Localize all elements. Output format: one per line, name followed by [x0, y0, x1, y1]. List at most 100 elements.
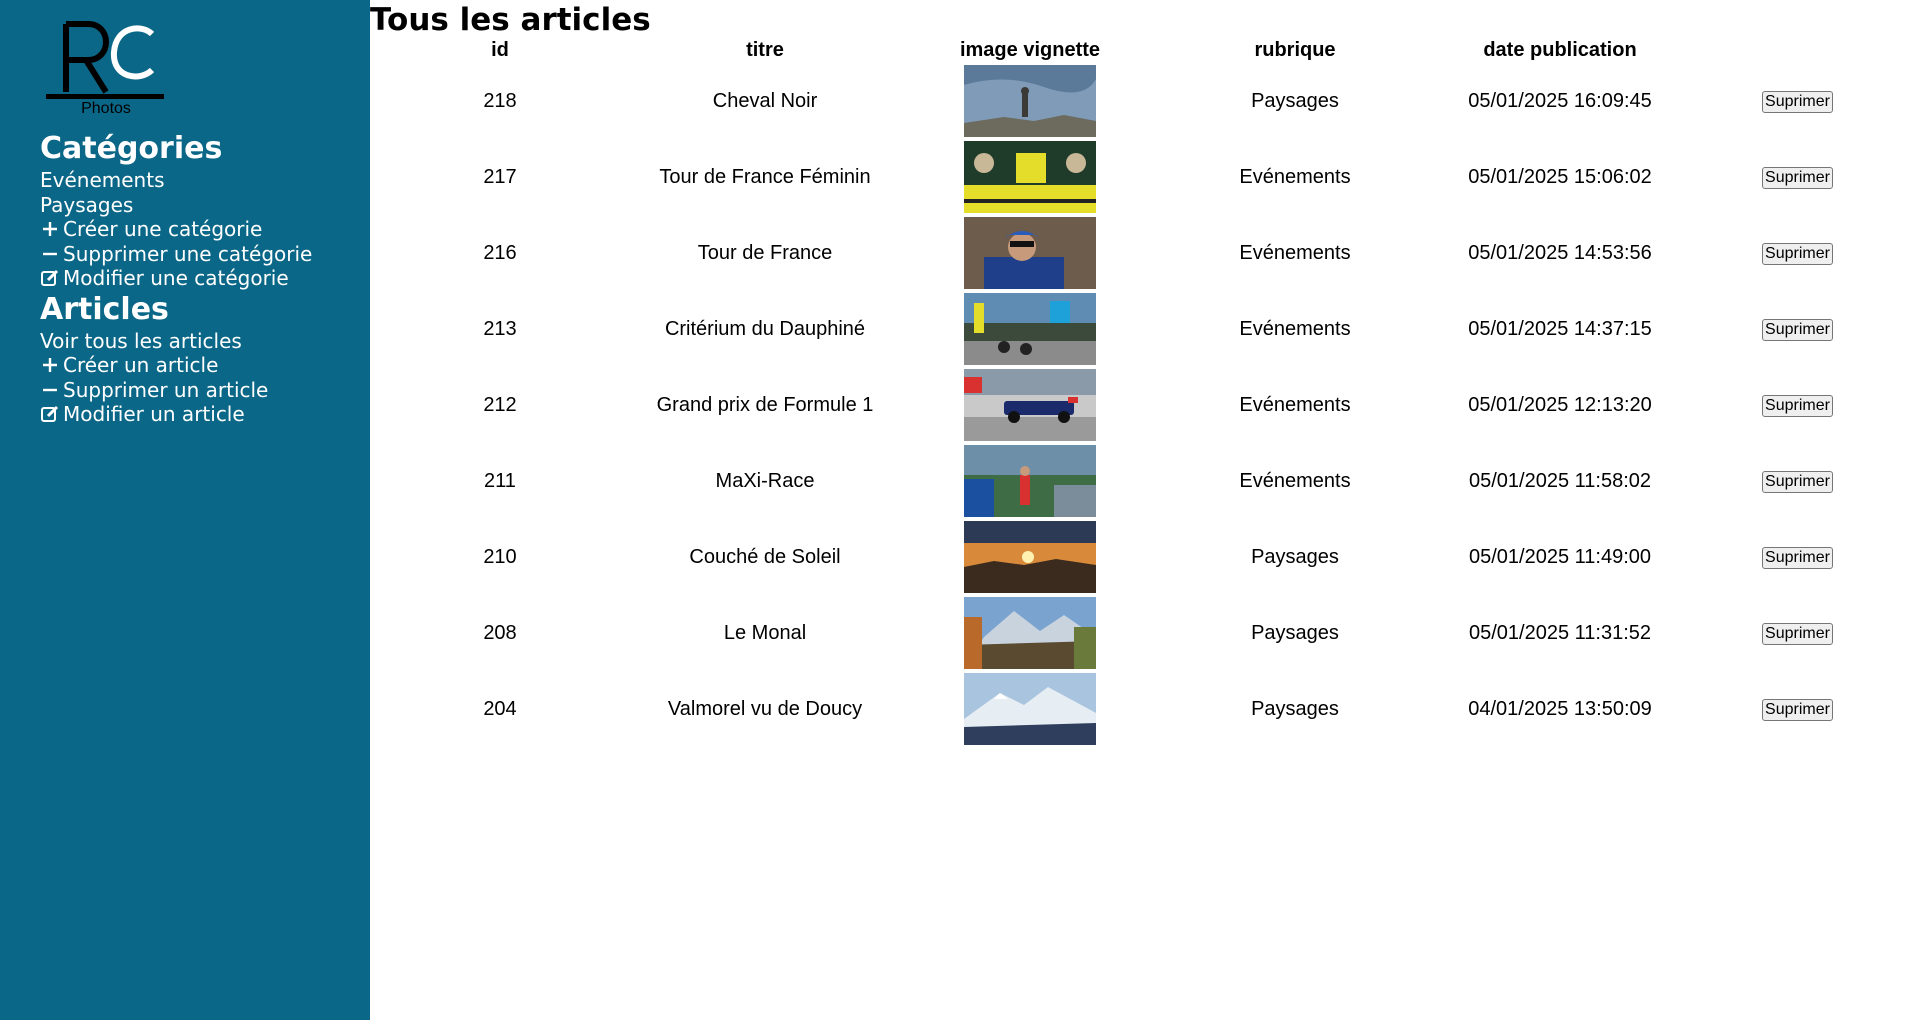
cell-rubrique: Paysages: [1251, 545, 1339, 568]
articles-table: id titre image vignette rubrique date pu…: [370, 37, 1905, 747]
cell-date: 05/01/2025 14:53:56: [1468, 241, 1652, 264]
delete-category-link[interactable]: Supprimer une catégorie: [40, 242, 312, 267]
cell-actions: Suprimer: [1690, 139, 1905, 215]
thumbnail-sunset: [964, 521, 1096, 593]
table-row: 217 Tour de France Féminin Evénements 05/01…: [370, 139, 1905, 215]
nav-label: Supprimer une catégorie: [63, 241, 313, 266]
main-content: Tous les articles id titre image vignett…: [370, 0, 1920, 1020]
category-link-paysages[interactable]: Paysages: [40, 193, 312, 218]
rc-photos-logo[interactable]: Photos: [44, 20, 168, 124]
cell-rubrique: Paysages: [1251, 697, 1339, 720]
cell-thumbnail: [900, 671, 1160, 747]
table-row: 218 Cheval Noir Paysages 05/01/2025 16:09:4…: [370, 63, 1905, 139]
view-all-articles-link[interactable]: Voir tous les articles: [40, 329, 312, 354]
cell-thumbnail: [900, 595, 1160, 671]
delete-article-button[interactable]: Suprimer: [1762, 91, 1833, 113]
cell-titre: MaXi-Race: [715, 469, 815, 492]
nav-label: Supprimer un article: [63, 377, 269, 402]
cell-rubrique: Evénements: [1239, 241, 1351, 264]
cell-date: 05/01/2025 16:09:45: [1468, 89, 1652, 112]
cell-thumbnail: [900, 443, 1160, 519]
column-header-rubrique: rubrique: [1254, 39, 1336, 61]
cell-id: 211: [484, 469, 516, 492]
table-row: 213 Critérium du Dauphiné Evénements 05/01/…: [370, 291, 1905, 367]
thumbnail-f1-car: [964, 369, 1096, 441]
logo-caption: Photos: [81, 100, 131, 117]
cell-actions: Suprimer: [1690, 443, 1905, 519]
delete-article-button[interactable]: Suprimer: [1762, 319, 1833, 341]
table-row: 208 Le Monal Paysages 05/01/2025 11:31:52 Su…: [370, 595, 1905, 671]
delete-article-button[interactable]: Suprimer: [1762, 623, 1833, 645]
edit-article-link[interactable]: Modifier un article: [40, 402, 312, 427]
cell-thumbnail: [900, 519, 1160, 595]
create-category-link[interactable]: Créer une catégorie: [40, 217, 312, 242]
delete-article-button[interactable]: Suprimer: [1762, 699, 1833, 721]
cell-id: 216: [483, 241, 517, 264]
column-header-actions: [1690, 37, 1905, 63]
thumbnail-mountain-summit-statue: [964, 65, 1096, 137]
delete-article-button[interactable]: Suprimer: [1762, 547, 1833, 569]
categories-heading: Catégories: [40, 131, 223, 166]
thumbnail-cycling-fan-zone: [964, 141, 1096, 213]
cell-titre: Tour de France Féminin: [659, 165, 871, 188]
table-row: 210 Couché de Soleil Paysages 05/01/2025 11…: [370, 519, 1905, 595]
thumbnail-snowy-mountain: [964, 673, 1096, 745]
cell-titre: Le Monal: [723, 621, 807, 644]
nav-label: Modifier un article: [63, 402, 245, 426]
column-header-id: id: [491, 39, 509, 61]
cell-id: 204: [483, 697, 517, 720]
nav-label: Voir tous les articles: [40, 328, 242, 353]
cell-rubrique: Paysages: [1251, 89, 1339, 112]
edit-icon: [40, 404, 60, 424]
nav-label: Modifier une catégorie: [63, 266, 289, 290]
thumbnail-trail-race: [964, 445, 1096, 517]
minus-icon: [40, 380, 60, 400]
cell-actions: Suprimer: [1690, 595, 1905, 671]
thumbnail-cyclist-portrait: [964, 217, 1096, 289]
cell-actions: Suprimer: [1690, 291, 1905, 367]
sidebar-nav: Catégories Evénements Paysages Créer une…: [40, 130, 312, 427]
table-row: 204 Valmorel vu de Doucy Paysages 04/01/202…: [370, 671, 1905, 747]
cell-actions: Suprimer: [1690, 63, 1905, 139]
cell-id: 218: [483, 89, 517, 112]
cell-actions: Suprimer: [1690, 215, 1905, 291]
cell-rubrique: Evénements: [1239, 317, 1351, 340]
cell-thumbnail: [900, 215, 1160, 291]
nav-label: Créer une catégorie: [63, 217, 263, 241]
articles-heading: Articles: [40, 291, 169, 327]
category-link-evenements[interactable]: Evénements: [40, 168, 312, 193]
cell-id: 213: [483, 317, 517, 340]
edit-category-link[interactable]: Modifier une catégorie: [40, 266, 312, 291]
cell-thumbnail: [900, 139, 1160, 215]
delete-article-button[interactable]: Suprimer: [1762, 471, 1833, 493]
nav-label: Créer un article: [63, 353, 219, 377]
column-header-image: image vignette: [959, 39, 1101, 61]
table-header-row: id titre image vignette rubrique date pu…: [370, 37, 1905, 63]
articles-table-body: 218 Cheval Noir Paysages 05/01/2025 16:09:4…: [370, 63, 1905, 747]
minus-icon: [40, 244, 60, 264]
delete-article-button[interactable]: Suprimer: [1762, 167, 1833, 189]
cell-rubrique: Evénements: [1239, 165, 1351, 188]
cell-actions: Suprimer: [1690, 367, 1905, 443]
delete-article-link[interactable]: Supprimer un article: [40, 378, 312, 403]
cell-titre: Cheval Noir: [712, 89, 818, 112]
cell-thumbnail: [900, 291, 1160, 367]
table-row: 211 MaXi-Race Evénements 05/01/2025 11:58:0…: [370, 443, 1905, 519]
cell-rubrique: Paysages: [1251, 621, 1339, 644]
cell-actions: Suprimer: [1690, 671, 1905, 747]
column-header-titre: titre: [746, 39, 784, 61]
delete-article-button[interactable]: Suprimer: [1762, 243, 1833, 265]
cell-titre: Tour de France: [697, 241, 833, 264]
table-row: 212 Grand prix de Formule 1 Evénements 05/0…: [370, 367, 1905, 443]
nav-label: Paysages: [40, 192, 134, 217]
create-article-link[interactable]: Créer un article: [40, 353, 312, 378]
cell-titre: Couché de Soleil: [689, 545, 841, 568]
thumbnail-mountain-village: [964, 597, 1096, 669]
table-row: 216 Tour de France Evénements 05/01/2025 14…: [370, 215, 1905, 291]
cell-id: 217: [483, 165, 517, 188]
rc-logo-mark: [46, 21, 164, 99]
column-header-date: date publication: [1483, 39, 1637, 61]
cell-id: 212: [483, 393, 517, 416]
delete-article-button[interactable]: Suprimer: [1762, 395, 1833, 417]
cell-rubrique: Evénements: [1239, 469, 1351, 492]
